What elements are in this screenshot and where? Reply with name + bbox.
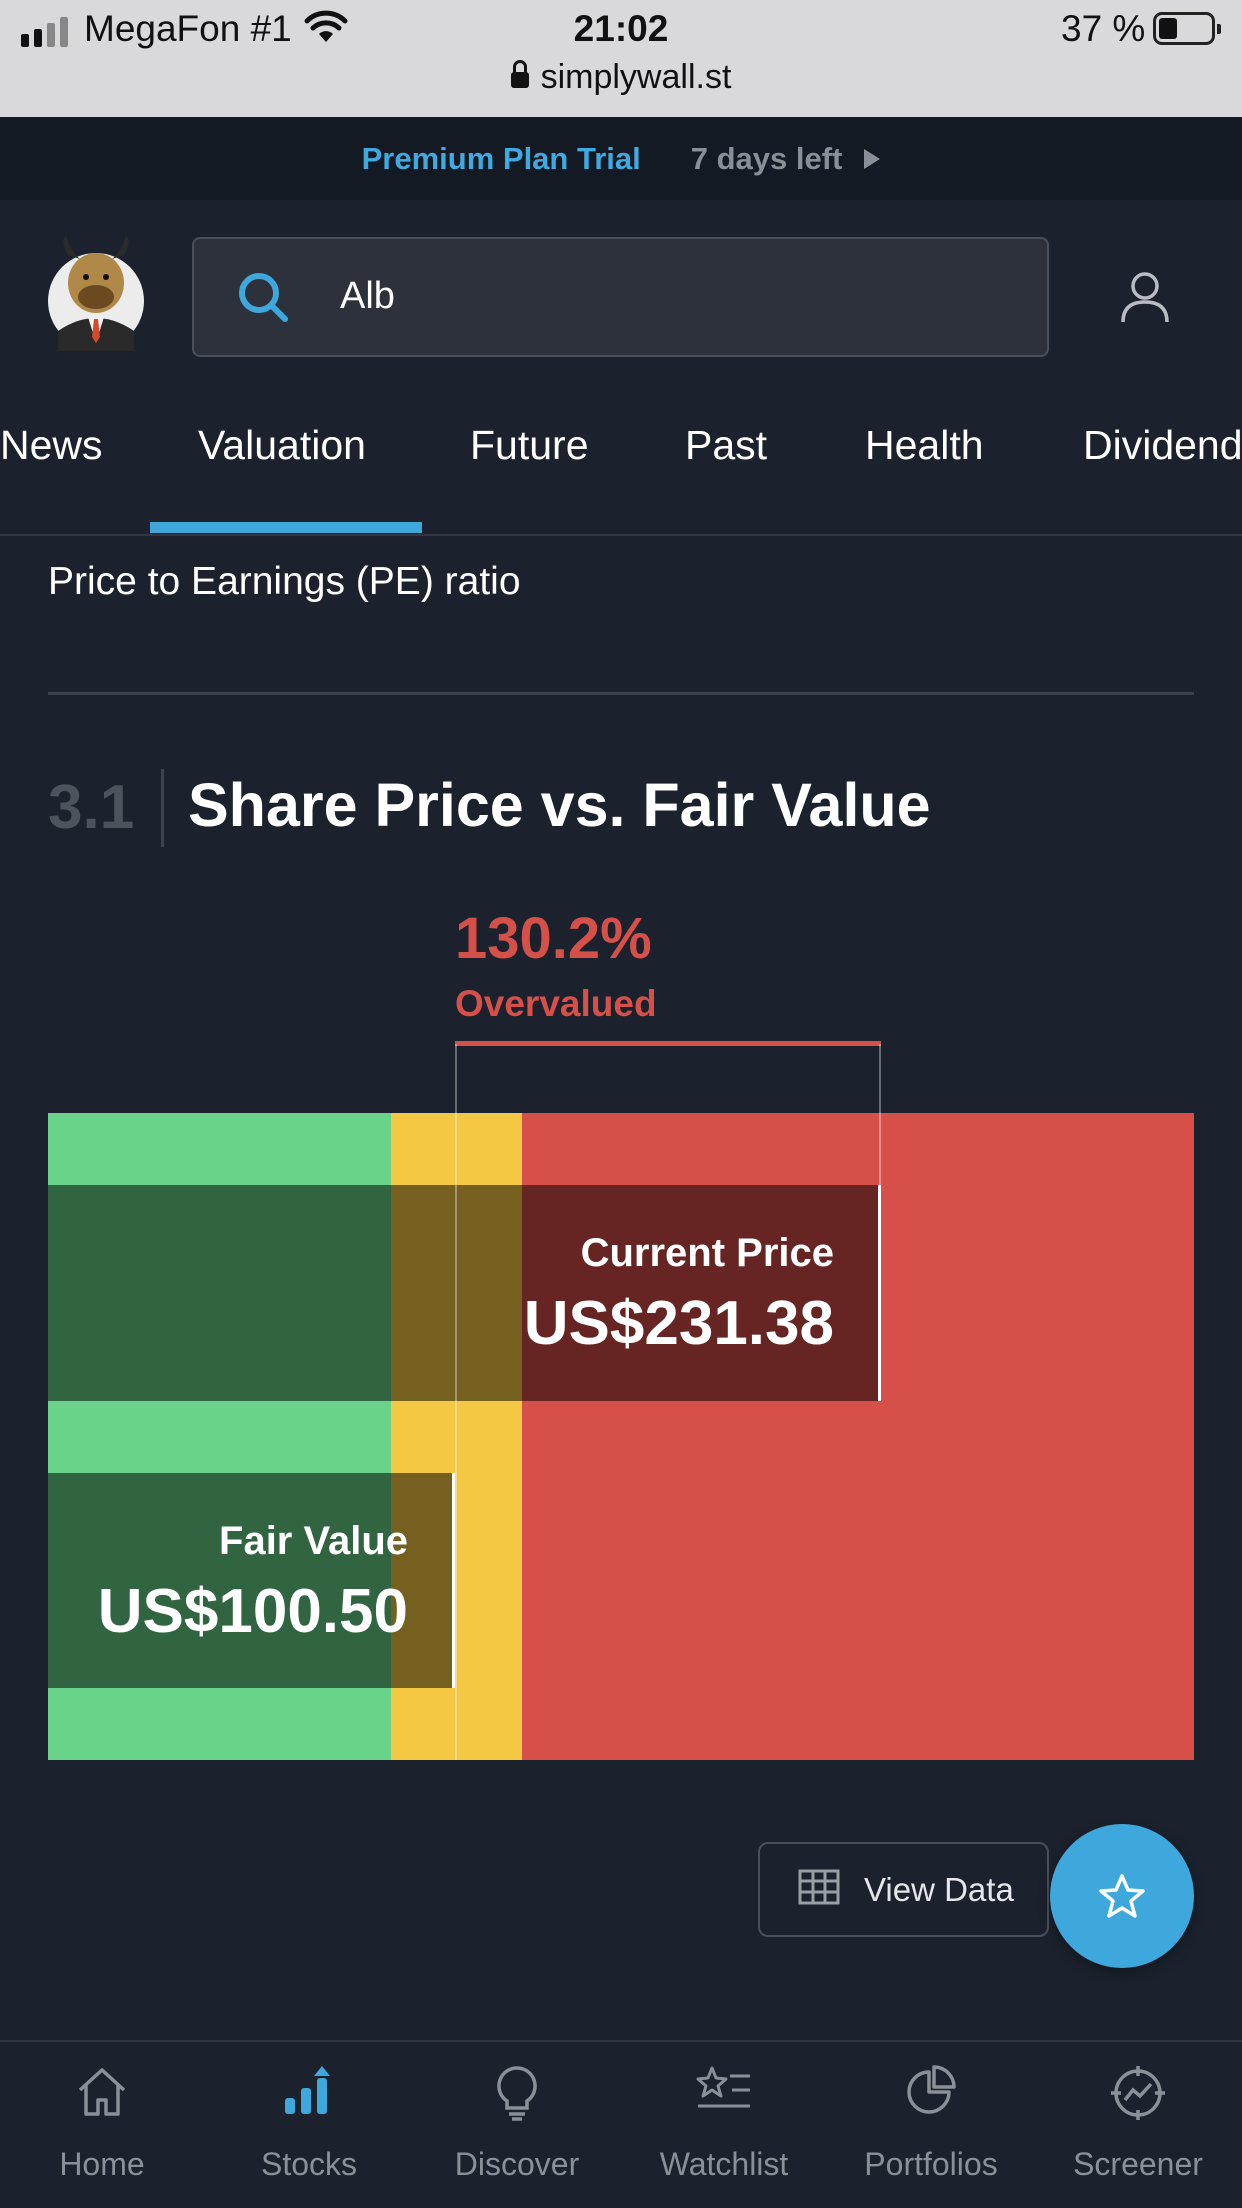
pie-chart-icon xyxy=(903,2064,959,2123)
valuation-verdict: Overvalued xyxy=(455,983,657,1024)
section-separator xyxy=(161,769,164,847)
active-tab-indicator xyxy=(150,522,422,533)
url-text: simplywall.st xyxy=(540,58,732,96)
nav-discover-label: Discover xyxy=(454,2146,580,2182)
fair-value-label: Fair Value xyxy=(219,1519,408,1563)
section-title: Share Price vs. Fair Value xyxy=(188,771,931,839)
user-icon[interactable] xyxy=(1119,270,1171,329)
nav-screener-label: Screener xyxy=(1073,2146,1203,2182)
bracket-left-line xyxy=(455,1044,457,1760)
battery-percent: 37 % xyxy=(1061,8,1146,49)
trial-plan-label: Premium Plan Trial xyxy=(361,140,641,176)
play-arrow-icon xyxy=(864,148,881,169)
view-data-label: View Data xyxy=(864,1870,1014,1908)
clock: 21:02 xyxy=(573,8,669,49)
screener-icon xyxy=(1109,2064,1167,2127)
fair-value-bar: Fair Value US$100.50 xyxy=(48,1473,455,1688)
nav-stocks[interactable]: Stocks xyxy=(224,2042,394,2208)
watchlist-star-button[interactable] xyxy=(1050,1824,1194,1968)
trial-days-left: 7 days left xyxy=(690,140,843,176)
analysis-tabs: News Valuation Future Past Health Divide… xyxy=(0,400,1242,536)
tab-valuation[interactable]: Valuation xyxy=(198,422,366,469)
current-price-bar: Current Price US$231.38 xyxy=(48,1185,881,1401)
difference-marker-line xyxy=(455,1041,881,1046)
trial-banner[interactable]: Premium Plan Trial 7 days left xyxy=(0,117,1242,200)
bracket-right-line xyxy=(879,1044,881,1400)
section-number: 3.1 xyxy=(48,773,135,842)
nav-stocks-label: Stocks xyxy=(260,2146,358,2182)
address-bar[interactable]: simplywall.st xyxy=(0,58,1242,97)
nav-portfolios-label: Portfolios xyxy=(864,2146,998,2182)
nav-watchlist-label: Watchlist xyxy=(659,2146,789,2182)
nav-watchlist[interactable]: Watchlist xyxy=(639,2042,809,2208)
nav-screener[interactable]: Screener xyxy=(1053,2042,1223,2208)
tab-past[interactable]: Past xyxy=(685,422,767,469)
table-icon xyxy=(798,1869,840,1910)
view-data-button[interactable]: View Data xyxy=(758,1842,1049,1937)
lightbulb-icon xyxy=(489,2064,545,2127)
tab-news[interactable]: News xyxy=(0,422,103,469)
nav-discover[interactable]: Discover xyxy=(432,2042,602,2208)
stocks-icon xyxy=(281,2064,337,2123)
nav-home-label: Home xyxy=(59,2146,145,2182)
nav-home[interactable]: Home xyxy=(17,2042,187,2208)
search-box[interactable]: Alb xyxy=(192,237,1049,357)
section-divider xyxy=(48,692,1194,695)
fair-value-value: US$100.50 xyxy=(97,1577,408,1646)
nav-portfolios[interactable]: Portfolios xyxy=(846,2042,1016,2208)
current-price-label: Current Price xyxy=(580,1231,834,1275)
lock-icon xyxy=(510,60,529,88)
star-icon xyxy=(1099,1874,1145,1918)
overvalued-percent: 130.2% xyxy=(455,906,652,971)
bull-logo[interactable] xyxy=(48,235,144,351)
tab-dividend[interactable]: Dividend xyxy=(1083,422,1242,469)
pe-ratio-link[interactable]: Price to Earnings (PE) ratio xyxy=(48,560,521,604)
tab-future[interactable]: Future xyxy=(470,422,589,469)
bottom-navigation: Home Stocks Discover Watchlist Portfolio… xyxy=(0,2040,1242,2208)
battery-icon xyxy=(1153,12,1221,45)
tab-health[interactable]: Health xyxy=(865,422,984,469)
status-bar: MegaFon #1 21:02 37 % simplywall.st xyxy=(0,0,1242,117)
search-icon xyxy=(237,271,289,328)
home-icon xyxy=(74,2064,130,2123)
current-price-value: US$231.38 xyxy=(523,1289,834,1358)
watchlist-icon xyxy=(694,2064,754,2123)
search-input[interactable]: Alb xyxy=(340,275,395,318)
